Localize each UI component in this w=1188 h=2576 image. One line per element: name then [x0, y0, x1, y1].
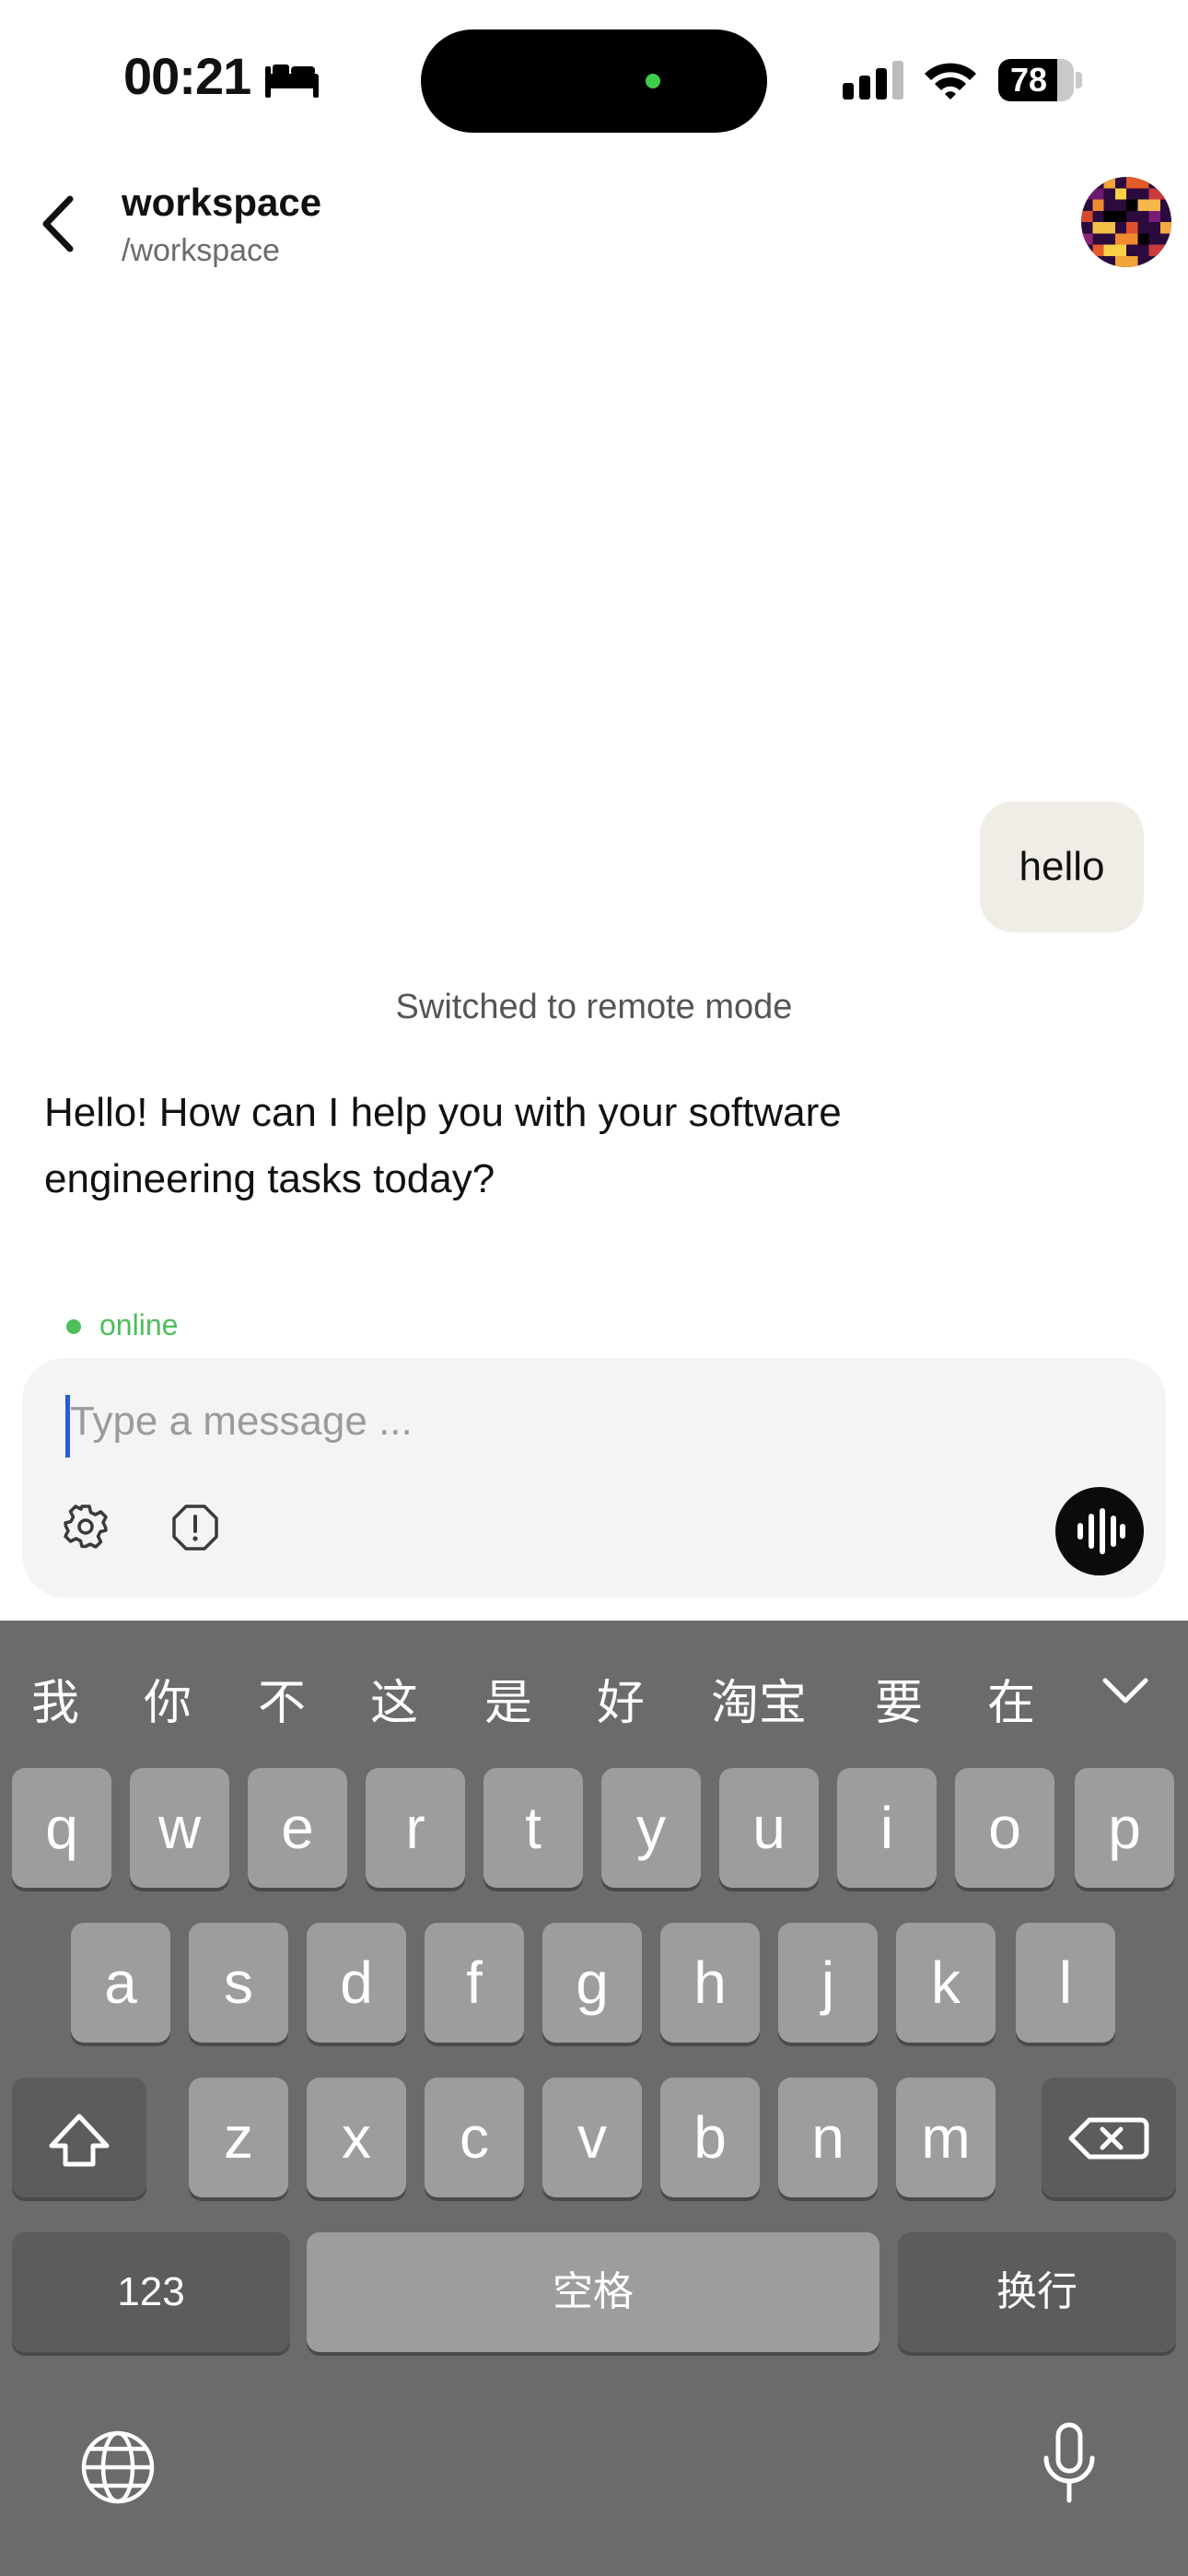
- candidate-word[interactable]: 这: [370, 1664, 418, 1733]
- key-p[interactable]: p: [1075, 1768, 1174, 1888]
- key-m[interactable]: m: [896, 2078, 996, 2197]
- online-status-dot: [66, 1319, 81, 1334]
- key-o[interactable]: o: [955, 1768, 1054, 1888]
- avatar[interactable]: [1081, 177, 1171, 267]
- delete-key[interactable]: [1042, 2078, 1176, 2197]
- chevron-down-icon[interactable]: [1101, 1675, 1149, 1706]
- candidate-word[interactable]: 在: [987, 1664, 1035, 1733]
- key-r[interactable]: r: [366, 1768, 465, 1888]
- message-composer[interactable]: [22, 1358, 1166, 1598]
- battery-indicator: 78: [998, 59, 1083, 101]
- gear-icon[interactable]: [63, 1504, 109, 1550]
- session-path: /workspace: [122, 233, 280, 268]
- candidate-word[interactable]: 好: [597, 1664, 645, 1733]
- key-c[interactable]: c: [425, 2078, 524, 2197]
- candidate-word[interactable]: 淘宝: [711, 1664, 807, 1733]
- candidate-word[interactable]: 要: [875, 1664, 923, 1733]
- key-s[interactable]: s: [189, 1923, 288, 2043]
- message-input[interactable]: Type a message ...: [70, 1399, 413, 1445]
- key-n[interactable]: n: [778, 2078, 878, 2197]
- key-f[interactable]: f: [425, 1923, 524, 2043]
- back-chevron-icon[interactable]: [37, 193, 83, 254]
- key-b[interactable]: b: [660, 2078, 760, 2197]
- key-g[interactable]: g: [542, 1923, 642, 2043]
- return-key[interactable]: 换行: [898, 2232, 1176, 2352]
- alert-octagon-icon[interactable]: [171, 1504, 219, 1551]
- key-q[interactable]: q: [12, 1768, 111, 1888]
- system-message: Switched to remote mode: [395, 988, 793, 1026]
- key-i[interactable]: i: [837, 1768, 937, 1888]
- key-e[interactable]: e: [248, 1768, 347, 1888]
- candidate-word[interactable]: 你: [144, 1664, 192, 1733]
- voice-input-button[interactable]: [1055, 1487, 1144, 1575]
- key-u[interactable]: u: [719, 1768, 819, 1888]
- shift-key[interactable]: [12, 2078, 146, 2197]
- shift-arrow-icon: [49, 2113, 110, 2167]
- status-time: 00:21: [123, 47, 251, 105]
- candidate-word[interactable]: 是: [484, 1664, 532, 1733]
- key-j[interactable]: j: [778, 1923, 878, 2043]
- key-a[interactable]: a: [71, 1923, 170, 2043]
- key-z[interactable]: z: [189, 2078, 288, 2197]
- key-x[interactable]: x: [307, 2078, 406, 2197]
- dynamic-island: [421, 29, 767, 133]
- camera-indicator-dot: [646, 74, 660, 88]
- key-l[interactable]: l: [1016, 1923, 1115, 2043]
- numbers-key[interactable]: 123: [12, 2232, 290, 2352]
- cellular-signal-icon: [843, 61, 903, 100]
- candidate-word[interactable]: 我: [31, 1664, 79, 1733]
- online-status-label: online: [99, 1308, 179, 1341]
- waveform-icon: [1077, 1508, 1125, 1554]
- key-w[interactable]: w: [130, 1768, 229, 1888]
- key-t[interactable]: t: [483, 1768, 583, 1888]
- key-v[interactable]: v: [542, 2078, 642, 2197]
- key-y[interactable]: y: [601, 1768, 701, 1888]
- key-h[interactable]: h: [660, 1923, 760, 2043]
- session-title: workspace: [122, 181, 322, 224]
- user-message-bubble: hello: [980, 802, 1144, 932]
- assistant-message: Hello! How can I help you with your soft…: [44, 1090, 842, 1201]
- sleep-focus-icon: [265, 64, 319, 98]
- wifi-icon: [925, 63, 976, 100]
- globe-icon[interactable]: [79, 2429, 157, 2506]
- dictation-mic-icon[interactable]: [1041, 2421, 1098, 2506]
- candidate-word[interactable]: 不: [258, 1664, 306, 1733]
- battery-level: 78: [1009, 61, 1048, 99]
- key-k[interactable]: k: [896, 1923, 996, 2043]
- space-key[interactable]: 空格: [307, 2232, 879, 2352]
- backspace-icon: [1068, 2117, 1149, 2160]
- key-d[interactable]: d: [307, 1923, 406, 2043]
